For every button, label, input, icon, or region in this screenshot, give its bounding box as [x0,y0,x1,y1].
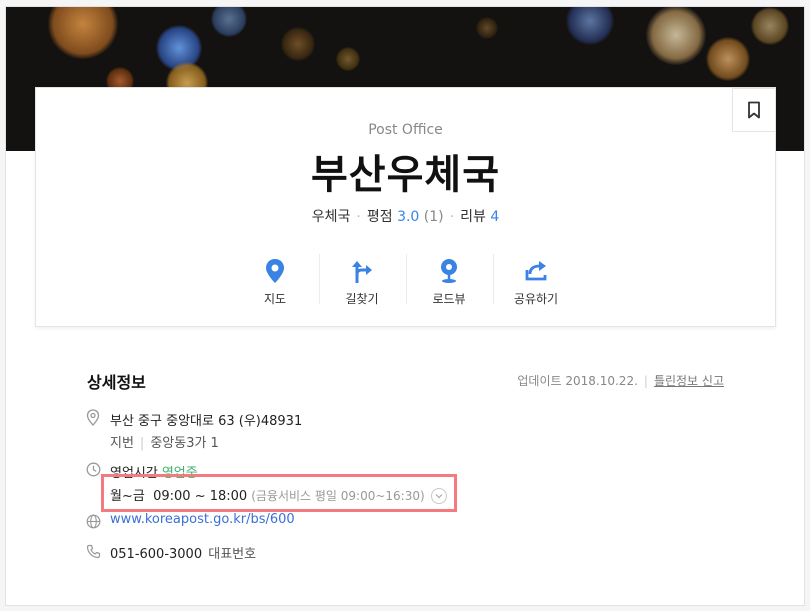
phone-icon [86,544,101,559]
dot-separator: · [449,209,455,225]
globe-icon [86,514,101,529]
bookmark-icon [748,101,760,119]
map-pin-icon [266,259,284,283]
category-english: Post Office [368,122,443,138]
category-label: 우체국 [311,209,351,225]
divider: | [643,374,648,388]
detail-section-title: 상세정보 [87,373,146,392]
directions-button-label: 길찾기 [345,292,379,306]
divider: | [139,436,145,451]
address-text: 부산 중구 중앙대로 63 (우)48931 [110,414,303,429]
jibun-label: 지번 [110,436,134,451]
report-error-link[interactable]: 틀린정보 신고 [654,374,724,388]
clock-icon [86,462,101,477]
roadview-button[interactable]: 로드뷰 [405,248,493,312]
update-info: 업데이트 2018.10.22. | 틀린정보 신고 [517,372,724,389]
page-title: 부산우체국 [311,152,500,198]
update-date: 업데이트 2018.10.22. [517,374,638,388]
rating-count: (1) [423,209,444,225]
highlight-box [101,474,457,512]
action-bar: 지도 길찾기 로드뷰 공유하기 [36,248,775,312]
location-pin-icon [86,409,100,426]
share-button-label: 공유하기 [513,292,559,306]
rating-label: 평점 [366,209,393,225]
place-page: Post Office 부산우체국 우체국 · 평점 3.0 (1) · 리뷰 4 지도 [5,6,805,606]
map-button[interactable]: 지도 [232,248,319,312]
place-meta: 우체국 · 평점 3.0 (1) · 리뷰 4 [36,206,775,226]
share-icon [525,261,547,281]
jibun-value: 중앙동3가 1 [150,436,219,451]
phone-tag: 대표번호 [208,547,257,562]
phone-value[interactable]: 051-600-3000 [110,547,202,562]
roadview-button-label: 로드뷰 [432,292,466,306]
review-label: 리뷰 [460,209,486,225]
roadview-icon [441,259,457,283]
place-summary-card: Post Office 부산우체국 우체국 · 평점 3.0 (1) · 리뷰 4 지도 [35,87,776,327]
directions-button[interactable]: 길찾기 [318,248,406,312]
review-count[interactable]: 4 [490,209,499,225]
rating-value[interactable]: 3.0 [397,209,419,225]
jibun-address: 지번 | 중앙동3가 1 [110,432,219,451]
phone-number: 051-600-3000 대표번호 [110,543,256,562]
website-link[interactable]: www.koreapost.go.kr/bs/600 [110,512,295,527]
directions-icon [352,261,372,283]
share-button[interactable]: 공유하기 [492,248,580,312]
dot-separator: · [356,209,361,225]
map-button-label: 지도 [263,292,287,306]
